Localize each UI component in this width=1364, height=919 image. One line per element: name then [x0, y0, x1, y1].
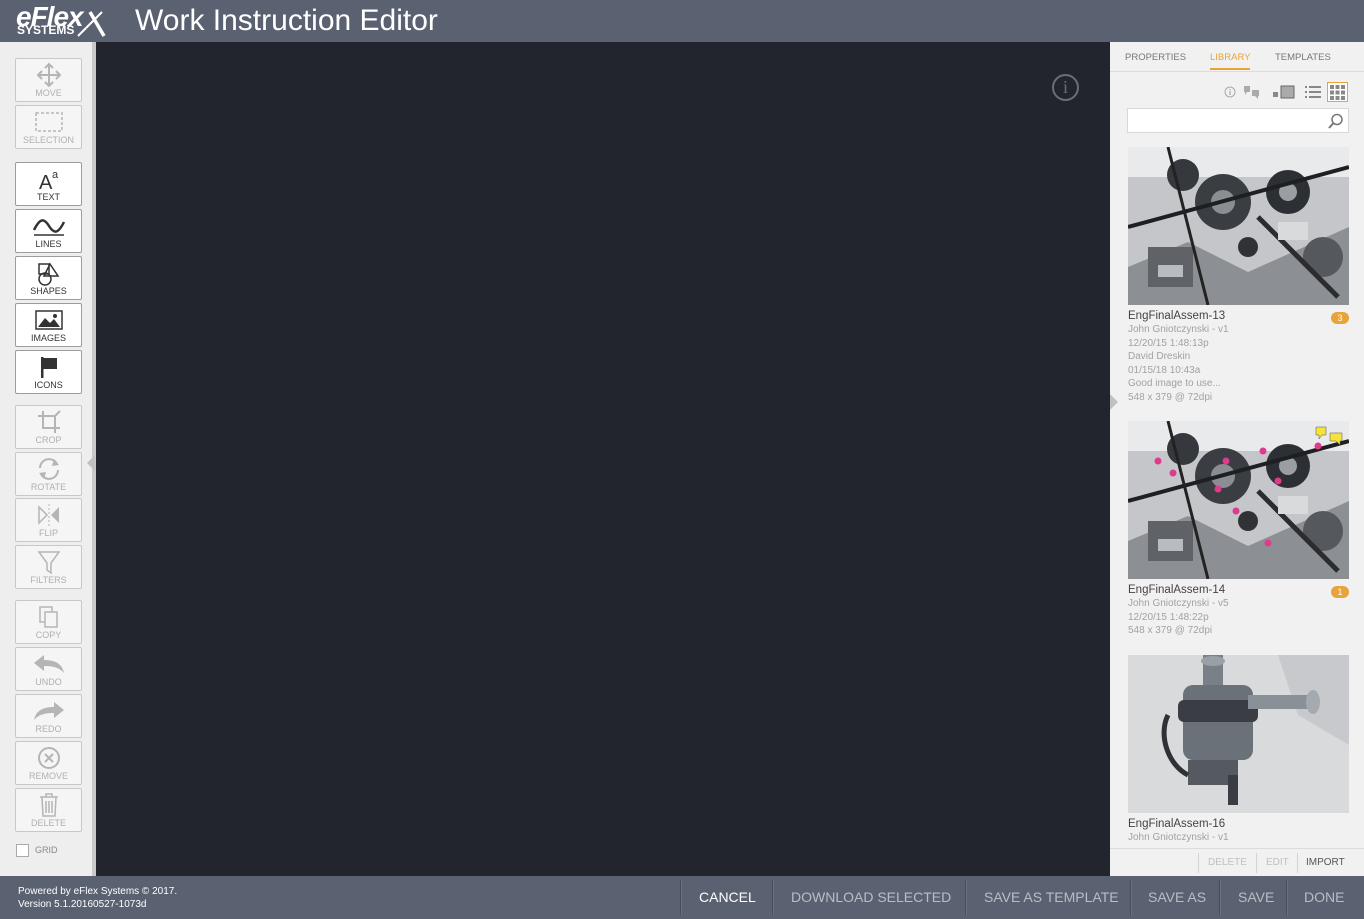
- tab-templates[interactable]: TEMPLATES: [1275, 52, 1331, 68]
- undo-icon: [33, 655, 64, 673]
- library-list: EngFinalAssem-13 3 John Gniotczynski - v…: [1110, 142, 1364, 842]
- redo-icon: [33, 702, 64, 720]
- delete-tool-button[interactable]: DELETE: [15, 788, 82, 832]
- download-selected-button[interactable]: DOWNLOAD SELECTED: [791, 876, 951, 919]
- crop-tool-button[interactable]: CROP: [15, 405, 82, 449]
- shapes-icon: [37, 262, 59, 286]
- lines-tool-button[interactable]: LINES: [15, 209, 82, 253]
- library-delete-button[interactable]: DELETE: [1208, 857, 1247, 868]
- collapse-panel-handle[interactable]: [1110, 394, 1118, 410]
- tab-properties[interactable]: PROPERTIES: [1125, 52, 1186, 68]
- library-actions: DELETE EDIT IMPORT: [1110, 848, 1364, 876]
- version-text: Version 5.1.20160527-1073d: [18, 899, 147, 910]
- library-edit-button[interactable]: EDIT: [1266, 857, 1289, 868]
- library-item-meta: John Gniotczynski - v1: [1128, 832, 1229, 842]
- library-item-meta: John Gniotczynski - v1: [1128, 324, 1229, 335]
- grid-view-icon[interactable]: [1327, 82, 1348, 102]
- text-icon: Aa: [39, 169, 59, 192]
- library-search-field[interactable]: [1127, 108, 1349, 133]
- panel-tabs: PROPERTIES LIBRARY TEMPLATES: [1110, 42, 1364, 72]
- page-title: Work Instruction Editor: [135, 4, 438, 37]
- eflex-logo: eFlex SYSTEMS: [16, 3, 108, 38]
- library-item-meta: 12/20/15 1:48:13p: [1128, 337, 1209, 349]
- trash-icon: [39, 793, 58, 817]
- view-options: [1110, 82, 1364, 104]
- logo-x-mark-icon: [77, 11, 106, 37]
- svg-text:a: a: [52, 169, 59, 181]
- grid-toggle[interactable]: GRID: [16, 842, 58, 858]
- library-item[interactable]: EngFinalAssem-14 1 John Gniotczynski - v…: [1128, 421, 1349, 638]
- info-icon[interactable]: i: [1052, 74, 1079, 101]
- save-as-button[interactable]: SAVE AS: [1148, 876, 1206, 919]
- grid-label: GRID: [35, 845, 58, 855]
- lines-icon: [32, 219, 65, 236]
- grid-checkbox[interactable]: [16, 843, 29, 857]
- search-icon[interactable]: [1328, 113, 1344, 129]
- filter-icon: [37, 551, 60, 575]
- collapse-toolbar-handle[interactable]: [87, 455, 95, 471]
- rotate-icon: [38, 458, 59, 480]
- app-footer: Powered by eFlex Systems © 2017. Version…: [0, 876, 1364, 919]
- move-tool-button[interactable]: MOVE: [15, 58, 82, 102]
- library-item-meta: Good image to use...: [1128, 378, 1221, 389]
- library-item-name: EngFinalAssem-14: [1128, 584, 1226, 596]
- editor-canvas[interactable]: i: [100, 42, 1110, 876]
- library-item-meta: 548 x 379 @ 72dpi: [1128, 391, 1213, 403]
- tools-toolbar: MOVE SELECTION Aa TEXT LINES SHAPES IMAG…: [0, 42, 96, 876]
- images-icon: [34, 310, 63, 330]
- library-item-name: EngFinalAssem-13: [1128, 310, 1226, 322]
- library-import-button[interactable]: IMPORT: [1306, 857, 1345, 868]
- tab-library[interactable]: LIBRARY: [1210, 52, 1251, 70]
- cancel-button[interactable]: CANCEL: [699, 876, 756, 919]
- app-header: eFlex SYSTEMS Work Instruction Editor: [0, 0, 1364, 42]
- icons-tool-button[interactable]: ICONS: [15, 350, 82, 394]
- rotate-tool-button[interactable]: ROTATE: [15, 452, 82, 496]
- copyright-text: Powered by eFlex Systems © 2017.: [18, 886, 178, 897]
- library-item-name: EngFinalAssem-16: [1128, 818, 1226, 830]
- move-icon: [36, 62, 61, 88]
- shapes-tool-button[interactable]: SHAPES: [15, 256, 82, 300]
- remove-tool-button[interactable]: REMOVE: [15, 741, 82, 785]
- logo-subtext: SYSTEMS: [17, 23, 75, 37]
- undo-tool-button[interactable]: UNDO: [15, 647, 82, 691]
- library-panel: PROPERTIES LIBRARY TEMPLATES EngFinalAss…: [1110, 42, 1364, 876]
- flip-icon: [37, 504, 59, 526]
- valve-image-thumbnail[interactable]: [1128, 655, 1349, 813]
- engine-image-thumbnail[interactable]: [1128, 147, 1349, 305]
- library-search-input[interactable]: [1128, 109, 1318, 132]
- selection-icon: [34, 112, 63, 132]
- flag-icon: [40, 357, 57, 378]
- engine-image-thumbnail[interactable]: [1128, 421, 1349, 579]
- remove-icon: [37, 747, 60, 769]
- comments-icon[interactable]: [1242, 82, 1262, 102]
- flip-tool-button[interactable]: FLIP: [15, 498, 82, 542]
- comment-count-badge: 3: [1331, 312, 1349, 324]
- library-item-meta: John Gniotczynski - v5: [1128, 598, 1229, 609]
- comment-count-badge: 1: [1331, 586, 1349, 598]
- redo-tool-button[interactable]: REDO: [15, 694, 82, 738]
- list-view-icon[interactable]: [1304, 82, 1322, 102]
- library-item[interactable]: EngFinalAssem-16 John Gniotczynski - v1: [1128, 655, 1349, 842]
- images-tool-button[interactable]: IMAGES: [15, 303, 82, 347]
- svg-text:A: A: [39, 172, 53, 192]
- save-button[interactable]: SAVE: [1238, 876, 1274, 919]
- save-as-template-button[interactable]: SAVE AS TEMPLATE: [984, 876, 1119, 919]
- info-toggle-icon[interactable]: [1223, 82, 1237, 102]
- copy-icon: [38, 606, 58, 628]
- powered-by-text: Powered by eFlex Systems © 2017. Version…: [18, 885, 177, 911]
- library-item-meta: 01/15/18 10:43a: [1128, 364, 1201, 376]
- library-item-meta: 12/20/15 1:48:22p: [1128, 611, 1209, 623]
- done-button[interactable]: DONE: [1304, 876, 1344, 919]
- thumbnail-size-icon[interactable]: [1271, 82, 1297, 102]
- library-item-meta: David Dreskin: [1128, 351, 1191, 362]
- library-item[interactable]: EngFinalAssem-13 3 John Gniotczynski - v…: [1128, 147, 1349, 404]
- selection-tool-button[interactable]: SELECTION: [15, 105, 82, 149]
- library-item-meta: 548 x 379 @ 72dpi: [1128, 625, 1213, 636]
- text-tool-button[interactable]: Aa TEXT: [15, 162, 82, 206]
- crop-icon: [37, 410, 61, 433]
- copy-tool-button[interactable]: COPY: [15, 600, 82, 644]
- filters-tool-button[interactable]: FILTERS: [15, 545, 82, 589]
